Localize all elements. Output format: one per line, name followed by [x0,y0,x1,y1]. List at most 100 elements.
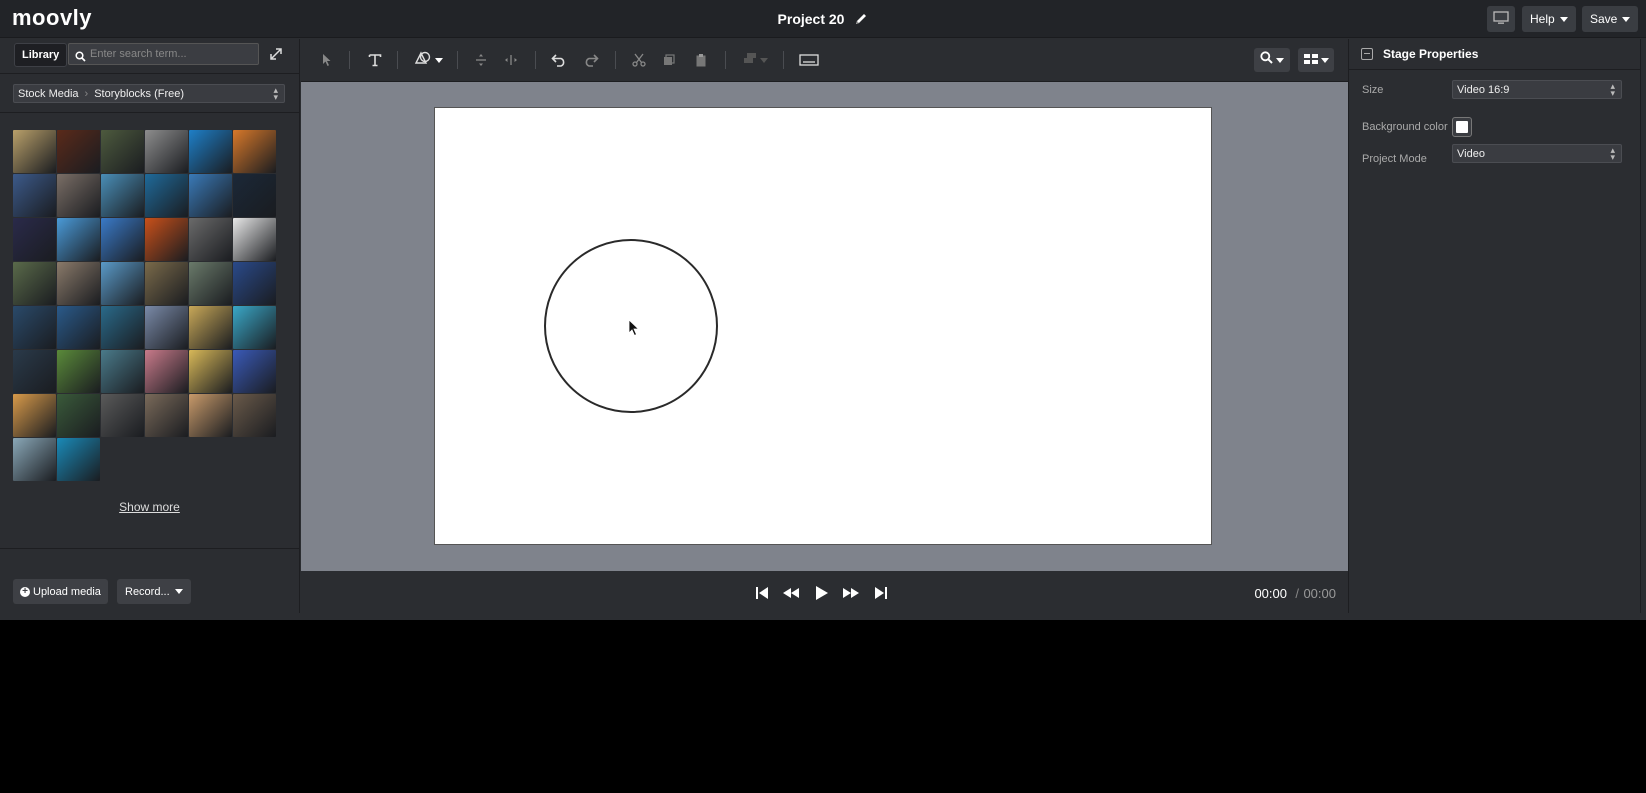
search-input[interactable] [90,48,255,60]
record-button[interactable]: Record... [117,579,191,604]
save-label: Save [1590,12,1618,26]
media-thumbnail[interactable] [145,130,188,173]
media-thumbnail[interactable] [145,262,188,305]
stage-area [301,82,1348,571]
rewind-icon[interactable] [782,585,800,601]
divider [349,51,350,69]
shape-tool-button[interactable] [411,50,445,70]
source-root[interactable]: Stock Media [18,88,79,100]
media-thumbnail[interactable] [189,394,232,437]
media-thumbnail[interactable] [189,218,232,261]
total-time: 00:00 [1303,586,1336,601]
divider [535,51,536,69]
media-thumbnail[interactable] [57,218,100,261]
stage-canvas[interactable] [434,107,1212,545]
media-thumbnail[interactable] [57,174,100,217]
collapse-icon[interactable] [1361,48,1373,60]
media-thumbnail[interactable] [57,262,100,305]
zoom-button[interactable] [1254,48,1290,72]
shapes-icon [414,50,432,71]
media-thumbnail[interactable] [189,174,232,217]
search-box [68,43,259,65]
show-more-link[interactable]: Show more [0,500,299,514]
media-thumbnail[interactable] [233,218,276,261]
help-button[interactable]: Help [1522,6,1576,32]
media-thumbnail[interactable] [189,306,232,349]
media-thumbnail[interactable] [57,306,100,349]
save-button[interactable]: Save [1582,6,1639,32]
copy-icon[interactable] [659,50,679,70]
media-thumbnail[interactable] [233,174,276,217]
expand-icon[interactable] [268,46,284,62]
media-thumbnail[interactable] [189,130,232,173]
media-thumbnail[interactable] [13,438,56,481]
media-thumbnail[interactable] [101,174,144,217]
distribute-horizontal-icon[interactable] [501,50,521,70]
chevron-down-icon [1559,16,1568,22]
media-thumbnail[interactable] [101,306,144,349]
updown-arrow-icon: ▴ ▾ [273,85,278,102]
moovly-logo[interactable]: moovly [12,5,92,31]
media-thumbnail[interactable] [13,350,56,393]
media-thumbnail[interactable] [101,350,144,393]
paste-icon[interactable] [691,50,711,70]
media-thumbnail[interactable] [145,174,188,217]
media-thumbnail[interactable] [13,130,56,173]
monitor-icon [1493,10,1509,28]
skip-to-start-icon[interactable] [753,585,771,601]
media-thumbnail[interactable] [233,306,276,349]
media-thumbnail[interactable] [57,438,100,481]
media-thumbnail[interactable] [233,394,276,437]
pencil-icon[interactable] [854,12,868,26]
project-title[interactable]: Project 20 [778,11,845,27]
media-thumbnail[interactable] [13,394,56,437]
media-thumbnail[interactable] [145,394,188,437]
chevron-down-icon [174,589,183,594]
undo-icon[interactable] [549,50,569,70]
media-thumbnail[interactable] [13,262,56,305]
media-thumbnail[interactable] [189,350,232,393]
select-pointer-icon[interactable] [317,50,337,70]
media-thumbnail[interactable] [101,218,144,261]
media-thumbnail[interactable] [233,130,276,173]
top-bar: moovly Project 20 Help Save [0,0,1646,38]
distribute-vertical-icon[interactable] [471,50,491,70]
skip-to-end-icon[interactable] [872,585,890,601]
media-thumbnail[interactable] [101,130,144,173]
scissors-icon[interactable] [629,50,649,70]
media-thumbnail[interactable] [145,218,188,261]
upload-media-button[interactable]: + Upload media [13,579,108,604]
search-icon [75,49,86,62]
playback-bar: 00:00 / 00:00 [301,571,1348,614]
media-thumbnail[interactable] [13,218,56,261]
redo-icon[interactable] [581,50,601,70]
preview-button[interactable] [1487,6,1515,32]
subtitles-icon[interactable] [797,50,821,70]
media-thumbnail[interactable] [13,306,56,349]
background-color-label: Background color [1362,121,1448,133]
text-tool-icon[interactable] [365,50,385,70]
project-mode-select[interactable]: Video ▴ ▾ [1452,144,1622,163]
media-source-select[interactable]: Stock Media › Storyblocks (Free) ▴ ▾ [13,84,285,103]
source-current: Storyblocks (Free) [94,87,185,100]
media-thumbnail[interactable] [189,262,232,305]
background-color-swatch[interactable] [1452,117,1472,137]
media-thumbnail[interactable] [101,394,144,437]
size-select[interactable]: Video 16:9 ▴ ▾ [1452,80,1622,99]
media-thumbnail[interactable] [13,174,56,217]
media-thumbnail[interactable] [101,262,144,305]
media-thumbnail[interactable] [57,130,100,173]
size-value: Video 16:9 [1457,83,1510,96]
media-thumbnail[interactable] [57,350,100,393]
media-thumbnail[interactable] [233,262,276,305]
layout-button[interactable] [1298,48,1334,72]
media-thumbnail[interactable] [57,394,100,437]
media-thumbnail[interactable] [145,306,188,349]
stage-properties-panel: Stage Properties Size Video 16:9 ▴ ▾ Back… [1348,39,1641,613]
library-tab[interactable]: Library [14,43,68,67]
play-icon[interactable] [813,585,831,601]
fast-forward-icon[interactable] [842,585,860,601]
media-thumbnail[interactable] [233,350,276,393]
arrange-button[interactable] [739,50,771,70]
media-thumbnail[interactable] [145,350,188,393]
